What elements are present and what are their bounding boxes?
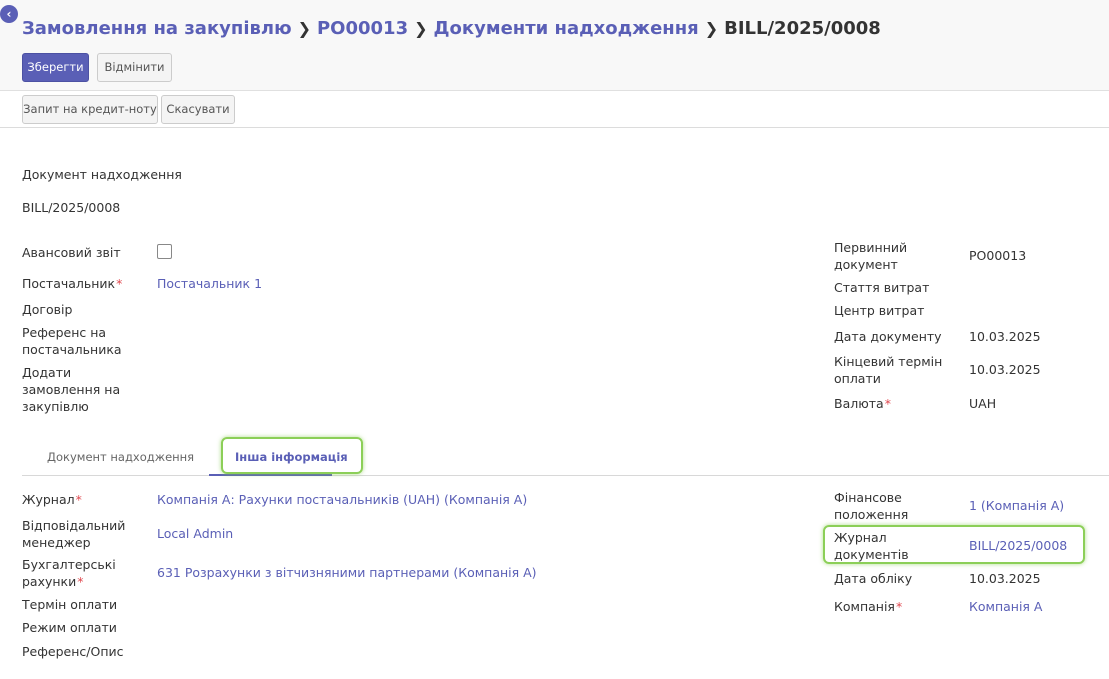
journal-label: Журнал* — [22, 492, 82, 507]
active-tab-indicator — [209, 474, 332, 476]
doc-type-label: Документ надходження — [22, 167, 182, 182]
request-credit-note-button[interactable]: Запит на кредит-ноту — [22, 95, 158, 124]
supplier-ref-field[interactable] — [157, 324, 457, 341]
manager-field[interactable]: Local Admin — [157, 525, 233, 542]
doc-journal-highlight-box — [823, 525, 1085, 564]
contract-field[interactable] — [157, 301, 457, 318]
save-button[interactable]: Зберегти — [22, 53, 89, 82]
company-value[interactable]: Компанія А — [969, 598, 1042, 615]
reference-label: Референс/Опис — [22, 644, 124, 659]
supplier-field[interactable]: Постачальник 1 — [157, 275, 262, 292]
tabs-divider — [22, 475, 1109, 476]
advance-report-checkbox[interactable] — [157, 244, 172, 259]
due-date-label: Кінцевий термін оплати — [834, 354, 943, 386]
currency-label: Валюта* — [834, 396, 891, 411]
source-doc-value: PO00013 — [969, 248, 1027, 263]
payment-term-label: Термін оплати — [22, 597, 118, 612]
reference-field[interactable] — [157, 643, 457, 660]
advance-report-label: Авансовий звіт — [22, 245, 121, 260]
breadcrumb-purchase-orders[interactable]: Замовлення на закупівлю — [22, 18, 292, 39]
tab-receipt-document[interactable]: Документ надходження — [47, 450, 194, 464]
journal-field[interactable]: Компанія А: Рахунки постачальників (UAH)… — [157, 491, 527, 508]
payment-term-field[interactable] — [157, 596, 457, 613]
doc-number: BILL/2025/0008 — [22, 200, 121, 215]
accounts-field[interactable]: 631 Розрахунки з вітчизняними партнерами… — [157, 564, 537, 581]
fiscal-position-value[interactable]: 1 (Компанія А) — [969, 497, 1064, 514]
cost-center-label: Центр витрат — [834, 303, 925, 318]
doc-date-label: Дата документу — [834, 329, 942, 344]
cancel-button[interactable]: Скасувати — [161, 95, 235, 124]
chevron-right-icon: ❯ — [297, 19, 311, 38]
doc-date-value[interactable]: 10.03.2025 — [969, 328, 1041, 345]
contract-label: Договір — [22, 302, 73, 317]
due-date-value[interactable]: 10.03.2025 — [969, 361, 1041, 378]
add-po-field[interactable] — [157, 364, 457, 381]
supplier-ref-label: Референс на постачальника — [22, 325, 122, 357]
supplier-label: Постачальник* — [22, 276, 123, 291]
chevron-right-icon: ❯ — [414, 19, 428, 38]
accounts-label: Бухгалтерські рахунки* — [22, 557, 116, 589]
breadcrumb-current: BILL/2025/0008 — [724, 18, 881, 39]
breadcrumb-receipt-docs[interactable]: Документи надходження — [434, 18, 699, 39]
currency-value[interactable]: UAH — [969, 395, 996, 412]
expense-item-label: Стаття витрат — [834, 280, 930, 295]
breadcrumb: Замовлення на закупівлю ❯ PO00013 ❯ Документ… — [22, 18, 881, 39]
back-arrow-icon[interactable]: ‹ — [0, 5, 18, 23]
accounting-date-value[interactable]: 10.03.2025 — [969, 570, 1041, 587]
fiscal-position-label: Фінансове положення — [834, 490, 909, 522]
company-label: Компанія* — [834, 599, 903, 614]
manager-label: Відповідальний менеджер — [22, 518, 126, 550]
payment-mode-label: Режим оплати — [22, 620, 117, 635]
breadcrumb-po[interactable]: PO00013 — [317, 18, 408, 39]
chevron-right-icon: ❯ — [704, 19, 719, 38]
accounting-date-label: Дата обліку — [834, 571, 913, 586]
payment-mode-field[interactable] — [157, 619, 457, 636]
tab-highlight-box — [221, 437, 363, 474]
add-po-label: Додати замовлення на закупівлю — [22, 365, 121, 414]
discard-button[interactable]: Відмінити — [97, 53, 172, 82]
source-doc-label: Первинний документ — [834, 240, 908, 272]
